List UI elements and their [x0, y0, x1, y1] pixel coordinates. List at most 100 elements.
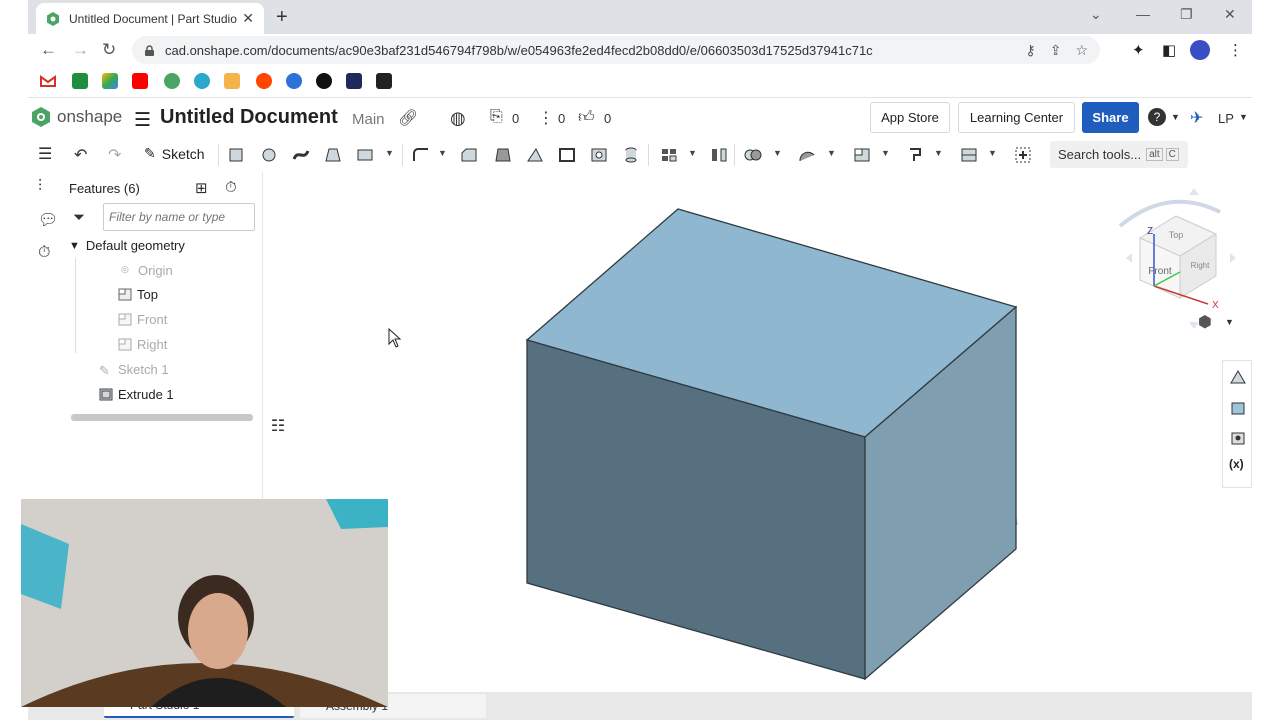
boolean-icon[interactable]: [744, 147, 762, 163]
shell-icon[interactable]: [558, 147, 576, 163]
drawing-dropdown-icon[interactable]: ▼: [988, 148, 997, 158]
part-model[interactable]: [292, 172, 1222, 692]
pattern-icon[interactable]: [660, 147, 678, 163]
variables-fx-icon[interactable]: (x): [1229, 457, 1247, 475]
cylinder-icon[interactable]: [622, 147, 640, 163]
thicken-dropdown-icon[interactable]: ▼: [385, 148, 394, 158]
user-dropdown-icon[interactable]: ▼: [1239, 112, 1248, 122]
new-tab-icon[interactable]: +: [276, 6, 288, 29]
split-icon[interactable]: [798, 147, 816, 163]
thicken-icon[interactable]: [356, 147, 374, 163]
bookmark-circle-icon[interactable]: [316, 73, 332, 89]
view-arrow-left-icon[interactable]: [1126, 253, 1132, 263]
view-arrow-right-icon[interactable]: [1230, 253, 1236, 263]
close-window-icon[interactable]: ✕: [1224, 6, 1236, 23]
youtube-icon[interactable]: [132, 73, 148, 89]
plane-icon[interactable]: [853, 147, 871, 163]
search-tools-input[interactable]: Search tools... alt C: [1050, 141, 1188, 168]
add-custom-feature-icon[interactable]: [1014, 147, 1032, 163]
versions-icon[interactable]: ⎘: [490, 108, 503, 126]
redo-icon[interactable]: ↷: [108, 145, 121, 165]
gmail-icon[interactable]: [40, 73, 56, 89]
onshape-logo[interactable]: onshape: [32, 107, 122, 127]
sketch-button[interactable]: ✎ Sketch: [144, 145, 205, 162]
help-dropdown-icon[interactable]: ▼: [1171, 112, 1180, 122]
mirror-icon[interactable]: [710, 147, 728, 163]
appearance-icon[interactable]: [1229, 369, 1247, 387]
drawing-icon[interactable]: [960, 147, 978, 163]
restore-icon[interactable]: ❐: [1180, 6, 1193, 23]
help-icon[interactable]: ?: [1148, 108, 1166, 126]
rib-icon[interactable]: [526, 147, 544, 163]
history-timer-icon[interactable]: ⏱︎: [38, 244, 50, 262]
feature-item-top-plane[interactable]: Top: [118, 287, 158, 302]
draft-icon[interactable]: [494, 147, 512, 163]
bookmark-app-icon[interactable]: [194, 73, 210, 89]
feature-item-extrude[interactable]: Extrude 1: [99, 387, 174, 402]
back-icon[interactable]: ←: [40, 40, 57, 60]
address-bar[interactable]: cad.onshape.com/documents/ac90e3baf231d5…: [132, 36, 1100, 64]
user-avatar-icon[interactable]: ✈: [1190, 108, 1203, 128]
add-folder-icon[interactable]: ⊞: [195, 179, 208, 197]
hamburger-menu-icon[interactable]: ☰: [134, 109, 151, 132]
undo-icon[interactable]: ↶: [74, 145, 87, 165]
feature-item-front-plane[interactable]: Front: [118, 312, 167, 327]
document-title[interactable]: Untitled Document: [160, 106, 338, 129]
transform-dropdown-icon[interactable]: ▼: [934, 148, 943, 158]
feature-item-origin[interactable]: ◎ Origin: [121, 263, 173, 278]
drive-icon[interactable]: [102, 73, 118, 89]
hole-icon[interactable]: [590, 147, 608, 163]
loft-icon[interactable]: [324, 147, 342, 163]
link-icon[interactable]: 🔗︎: [398, 108, 418, 128]
view-cube[interactable]: Top Front Right Z X: [1110, 186, 1240, 331]
like-icon[interactable]: 👍︎: [578, 108, 595, 127]
branches-icon[interactable]: ⋮: [538, 108, 554, 128]
learning-center-button[interactable]: Learning Center: [958, 102, 1075, 133]
bookmark-tool-icon[interactable]: [224, 73, 240, 89]
sweep-icon[interactable]: [292, 147, 310, 163]
close-tab-icon[interactable]: ✕: [242, 10, 254, 27]
tab-search-icon[interactable]: ⌄: [1090, 6, 1102, 23]
feature-list-icon[interactable]: ☰: [38, 144, 52, 164]
mass-properties-icon[interactable]: [1229, 429, 1247, 447]
default-geometry-group[interactable]: ▼ Default geometry: [69, 238, 185, 253]
feature-item-right-plane[interactable]: Right: [118, 337, 167, 352]
bookmark-shield-icon[interactable]: [346, 73, 362, 89]
fillet-dropdown-icon[interactable]: ▼: [438, 148, 447, 158]
extensions-icon[interactable]: ✦: [1132, 41, 1145, 59]
share-page-icon[interactable]: ⇪: [1050, 42, 1062, 59]
pattern-dropdown-icon[interactable]: ▼: [688, 148, 697, 158]
meet-icon[interactable]: [72, 73, 88, 89]
feature-item-sketch[interactable]: ✎ Sketch 1: [99, 362, 169, 378]
profile-avatar-icon[interactable]: [1190, 40, 1210, 60]
edge-icon[interactable]: [286, 73, 302, 89]
plane-dropdown-icon[interactable]: ▼: [881, 148, 890, 158]
feature-filter-input[interactable]: [103, 203, 255, 231]
branch-label[interactable]: Main: [352, 111, 385, 128]
fillet-icon[interactable]: [412, 147, 430, 163]
reload-icon[interactable]: ↻: [102, 40, 116, 60]
view-arrow-up-icon[interactable]: [1189, 188, 1199, 195]
comments-icon[interactable]: 💬︎: [38, 210, 58, 230]
boolean-dropdown-icon[interactable]: ▼: [773, 148, 782, 158]
bookmark-tools-icon[interactable]: [376, 73, 392, 89]
reddit-icon[interactable]: [256, 73, 272, 89]
rollback-timer-icon[interactable]: ⏱︎: [225, 179, 237, 196]
app-store-button[interactable]: App Store: [870, 102, 950, 133]
parts-list-toggle-icon[interactable]: ☷: [264, 412, 292, 440]
filter-icon[interactable]: ⏷: [73, 209, 85, 226]
parts-cube-icon[interactable]: [1229, 399, 1247, 417]
transform-icon[interactable]: [906, 147, 924, 163]
forward-icon[interactable]: →: [72, 40, 89, 60]
chamfer-icon[interactable]: [460, 147, 478, 163]
key-icon[interactable]: ⚷: [1025, 42, 1035, 59]
browser-menu-icon[interactable]: ⋮: [1228, 41, 1243, 59]
user-initials[interactable]: LP: [1218, 111, 1234, 126]
onshape-bookmark-icon[interactable]: [164, 73, 180, 89]
extrude-icon[interactable]: [228, 147, 246, 163]
graphics-viewport[interactable]: [292, 172, 1222, 692]
split-dropdown-icon[interactable]: ▼: [827, 148, 836, 158]
view-options-dropdown-icon[interactable]: ▼: [1225, 317, 1234, 327]
globe-icon[interactable]: ◍: [450, 108, 466, 129]
side-panel-icon[interactable]: ◧: [1162, 41, 1176, 59]
